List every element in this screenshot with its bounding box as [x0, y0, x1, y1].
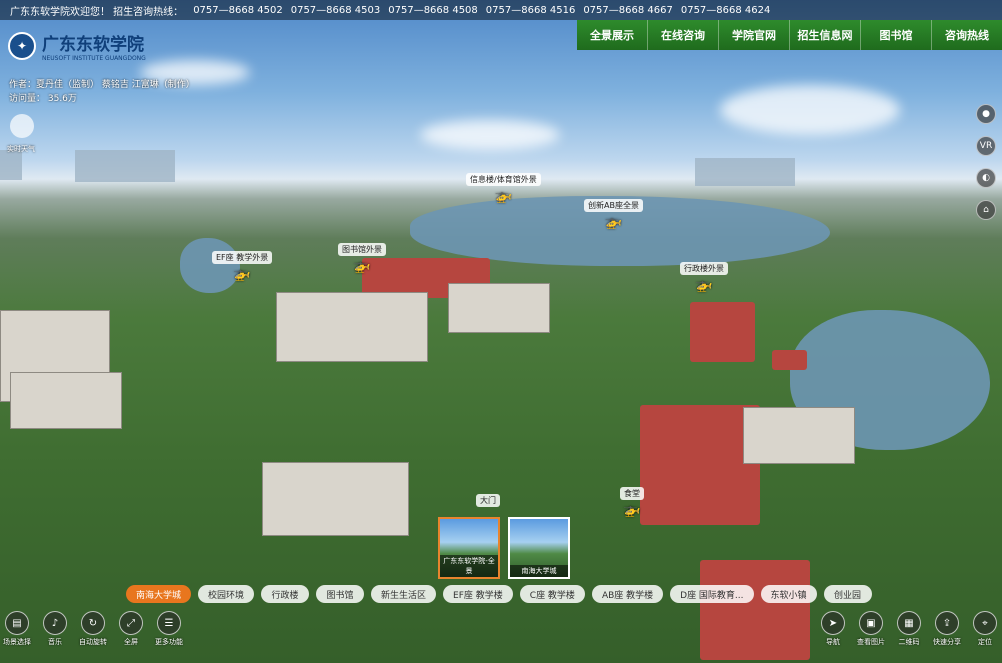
- welcome-text: 广东东软学院欢迎您！ 招生咨询热线：: [10, 6, 184, 18]
- qrcode-icon: ▦: [897, 611, 921, 635]
- hotline-number: 0757—8668 4503: [290, 4, 381, 16]
- main-nav: 全景展示 在线咨询 学院官网 招生信息网 图书馆 咨询热线: [577, 20, 1002, 50]
- navigate-button[interactable]: ➤ 导航: [818, 611, 848, 647]
- scene-tab[interactable]: 东软小镇: [760, 585, 817, 603]
- scene-tab[interactable]: AB座 教学楼: [591, 585, 664, 603]
- rotate-icon: ↻: [81, 611, 105, 635]
- hotspot-canteen[interactable]: 食堂 🚁: [620, 487, 644, 518]
- hotspot-main-gate[interactable]: 大门: [476, 494, 500, 507]
- scene-tab[interactable]: 图书馆: [316, 585, 365, 603]
- hotline-number: 0757—8668 4667: [583, 4, 673, 16]
- visit-count: 访问量： 35.6万: [9, 94, 77, 104]
- qrcode-button[interactable]: ▦ 二维码: [894, 611, 924, 647]
- music-button[interactable]: ♪ 音乐: [40, 611, 70, 647]
- hotline-number: 0757—8668 4508: [388, 4, 478, 16]
- hotline-list: 0757—8668 4502 0757—8668 4503 0757—8668 …: [193, 5, 770, 16]
- bottom-right-toolbar: ➤ 导航 ▣ 查看图片 ▦ 二维码 ⇪ 快速分享 ⌖ 定位: [818, 611, 1000, 647]
- fullscreen-icon: ⤢: [119, 611, 143, 635]
- bottom-left-toolbar: ▤ 场景选择 ♪ 音乐 ↻ 自动旋转 ⤢ 全屏 ☰ 更多功能: [2, 611, 184, 647]
- right-toolbar: ● VR ◐ ⌂: [976, 104, 996, 220]
- top-info-bar: 广东东软学院欢迎您！ 招生咨询热线： 0757—8668 4502 0757—8…: [0, 0, 1002, 20]
- hotline-number: 0757—8668 4516: [485, 4, 576, 16]
- scene-tab[interactable]: 创业园: [823, 585, 872, 603]
- hotspot-info-building[interactable]: 信息楼/体育馆外景 🚁: [466, 173, 541, 204]
- scene-tabs: 南海大学城 校园环境 行政楼 图书馆 新生生活区 EF座 教学楼 C座 教学楼 …: [126, 585, 872, 603]
- nav-hotline[interactable]: 咨询热线: [932, 20, 1002, 50]
- share-button[interactable]: ⇪ 快速分享: [932, 611, 962, 647]
- scene-tab[interactable]: D座 国际教育...: [670, 585, 754, 603]
- vr-icon[interactable]: VR: [976, 136, 996, 156]
- hotline-number: 0757—8668 4624: [680, 4, 771, 16]
- nav-official-site[interactable]: 学院官网: [719, 20, 790, 50]
- music-icon: ♪: [43, 611, 67, 635]
- send-icon: ➤: [821, 611, 845, 635]
- emblem-icon: ✦: [8, 32, 36, 60]
- home-icon[interactable]: ⌂: [976, 200, 996, 220]
- nav-library[interactable]: 图书馆: [861, 20, 932, 50]
- hotspot-ef-building[interactable]: EF座 教学外景 🚁: [212, 251, 273, 282]
- scene-tab[interactable]: EF座 教学楼: [443, 585, 513, 603]
- scene-tab[interactable]: 新生生活区: [371, 585, 437, 603]
- location-icon: ⌖: [973, 611, 997, 635]
- helicopter-icon: 🚁: [623, 502, 641, 518]
- logo-name-cn: 广东东软学院: [42, 35, 144, 55]
- scene-thumbnails: 广东东软学院-全景 南海大学城: [438, 517, 570, 579]
- helicopter-icon: 🚁: [494, 188, 513, 204]
- logo-name-en: NEUSOFT INSTITUTE GUANGDONG: [42, 55, 146, 62]
- view-images-button[interactable]: ▣ 查看图片: [856, 611, 886, 647]
- thumb-university-town[interactable]: 南海大学城: [508, 517, 570, 579]
- helicopter-icon: 🚁: [233, 266, 251, 282]
- scene-tab[interactable]: 南海大学城: [126, 585, 192, 603]
- hotline-number: 0757—8668 4502: [193, 4, 283, 16]
- nav-online-consult[interactable]: 在线咨询: [648, 20, 719, 50]
- weather-label: 实时天气: [7, 145, 35, 153]
- helicopter-icon: 🚁: [353, 258, 371, 274]
- weather-icon[interactable]: [10, 114, 34, 138]
- more-button[interactable]: ☰ 更多功能: [154, 611, 184, 647]
- school-logo: ✦ 广东东软学院 NEUSOFT INSTITUTE GUANGDONG: [8, 30, 146, 62]
- scene-tab[interactable]: 行政楼: [261, 585, 310, 603]
- nav-panorama[interactable]: 全景展示: [577, 20, 648, 50]
- tour-meta: 作者：夏丹佳（监制） 蔡铭吉 江富琳（制作） 访问量： 35.6万: [9, 78, 195, 106]
- helicopter-icon: 🚁: [604, 214, 623, 230]
- fullscreen-button[interactable]: ⤢ 全屏: [116, 611, 146, 647]
- locate-button[interactable]: ⌖ 定位: [970, 611, 1000, 647]
- hotspot-library[interactable]: 图书馆外景 🚁: [338, 243, 386, 274]
- scene-tab[interactable]: C座 教学楼: [519, 585, 585, 603]
- scene-tab[interactable]: 校园环境: [198, 585, 255, 603]
- hotspot-ab-building[interactable]: 创新AB座全景 🚁: [584, 199, 643, 230]
- author-credit: 作者：夏丹佳（监制） 蔡铭吉 江富琳（制作）: [9, 80, 195, 90]
- image-icon: ▣: [859, 611, 883, 635]
- thumb-campus-panorama[interactable]: 广东东软学院-全景: [438, 517, 500, 579]
- share-icon: ⇪: [935, 611, 959, 635]
- nav-admissions[interactable]: 招生信息网: [790, 20, 861, 50]
- helicopter-icon: 🚁: [695, 277, 713, 293]
- auto-rotate-button[interactable]: ↻ 自动旋转: [78, 611, 108, 647]
- menu-icon: ☰: [157, 611, 181, 635]
- scene-select-button[interactable]: ▤ 场景选择: [2, 611, 32, 647]
- user-icon[interactable]: ●: [976, 104, 996, 124]
- gyro-icon[interactable]: ◐: [976, 168, 996, 188]
- film-icon: ▤: [5, 611, 29, 635]
- hotspot-admin-building[interactable]: 行政楼外景 🚁: [680, 262, 728, 293]
